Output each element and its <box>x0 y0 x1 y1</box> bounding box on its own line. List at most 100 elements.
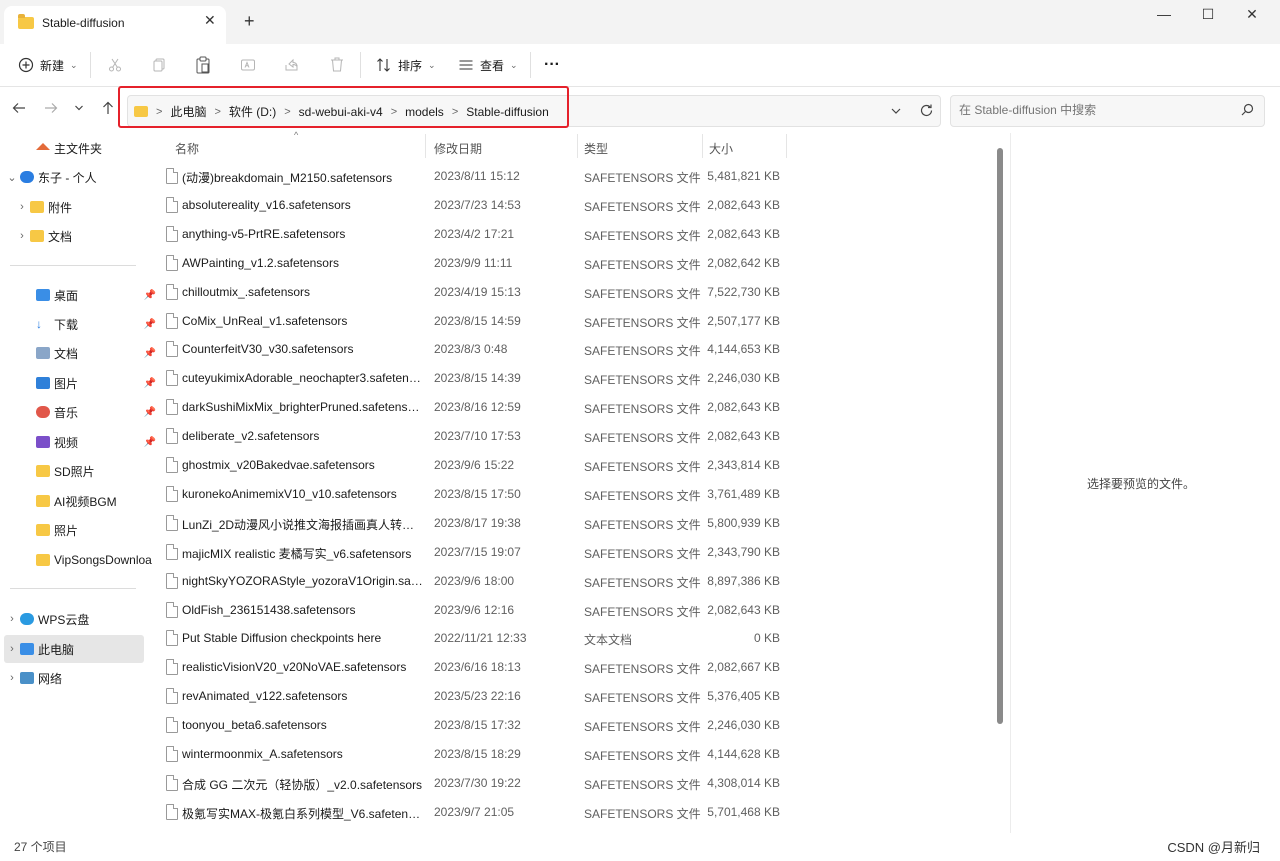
sidebar-item-home[interactable]: 主文件夹 <box>4 134 144 162</box>
file-row[interactable]: cuteyukimixAdorable_neochapter3.safetens… <box>146 364 796 393</box>
sidebar-item-pictures[interactable]: 图片 📌 <box>4 369 160 397</box>
sidebar-item-sd-photos[interactable]: SD照片 <box>4 457 160 485</box>
new-tab-button[interactable]: + <box>244 11 255 32</box>
sidebar-item-network[interactable]: › 网络 <box>4 664 144 692</box>
file-size: 2,343,790 KB <box>707 544 780 559</box>
file-row[interactable]: wintermoonmix_A.safetensors 2023/8/15 18:… <box>146 740 796 769</box>
sidebar-item-photos[interactable]: 照片 <box>4 516 160 544</box>
sidebar-item-downloads[interactable]: ↓ 下载 📌 <box>4 310 160 338</box>
search-input[interactable] <box>957 102 1231 118</box>
tab-stable-diffusion[interactable]: Stable-diffusion ✕ <box>4 6 226 44</box>
file-row[interactable]: 极氪写实MAX-极氪白系列模型_V6.safetensors 2023/9/7 2… <box>146 798 796 827</box>
column-header-size[interactable]: 大小 <box>709 140 733 157</box>
download-icon: ↓ <box>36 317 42 331</box>
sidebar-item-this-pc[interactable]: › 此电脑 <box>4 635 144 663</box>
file-row[interactable]: kuronekoAnimemixV10_v10.safetensors 2023/… <box>146 480 796 509</box>
music-icon <box>36 406 50 418</box>
folder-icon <box>30 201 44 213</box>
file-name: kuronekoAnimemixV10_v10.safetensors <box>182 486 397 501</box>
sidebar-item-desktop[interactable]: 桌面 📌 <box>4 281 160 309</box>
file-row[interactable]: darkSushiMixMix_brighterPruned.safetenso… <box>146 393 796 422</box>
column-divider[interactable] <box>425 134 426 158</box>
file-date: 2023/7/10 17:53 <box>434 429 521 444</box>
file-row[interactable]: AWPainting_v1.2.safetensors 2023/9/9 11:1… <box>146 249 796 278</box>
file-row[interactable]: CoMix_UnReal_v1.safetensors 2023/8/15 14:… <box>146 307 796 336</box>
sidebar-item-videos[interactable]: 视频 📌 <box>4 428 160 456</box>
file-row[interactable]: absolutereality_v16.safetensors 2023/7/23… <box>146 191 796 220</box>
sidebar-item-ai-video-bgm[interactable]: AI视频BGM <box>4 487 160 515</box>
paste-icon[interactable] <box>195 56 211 74</box>
search-icon[interactable] <box>1241 103 1254 116</box>
chevron-down-icon[interactable]: ⌄ <box>4 171 20 184</box>
file-name: realisticVisionV20_v20NoVAE.safetensors <box>182 660 407 675</box>
file-row[interactable]: anything-v5-PrtRE.safetensors 2023/4/2 17… <box>146 220 796 249</box>
folder-icon <box>30 230 44 242</box>
maximize-button[interactable]: ☐ <box>1190 6 1226 26</box>
file-row[interactable]: OldFish_236151438.safetensors 2023/9/6 12… <box>146 596 796 625</box>
column-divider[interactable] <box>577 134 578 158</box>
tab-title: Stable-diffusion <box>42 16 125 30</box>
file-row[interactable]: (动漫)breakdomain_M2150.safetensors 2023/8/… <box>146 162 796 191</box>
file-row[interactable]: Put Stable Diffusion checkpoints here 202… <box>146 624 796 653</box>
toolbar-divider <box>90 52 91 78</box>
chevron-right-icon[interactable]: › <box>14 230 30 242</box>
sidebar-item-documents-cloud[interactable]: › 文档 <box>4 222 154 250</box>
column-divider[interactable] <box>702 134 703 158</box>
file-row[interactable]: toonyou_beta6.safetensors 2023/8/15 17:32… <box>146 711 796 740</box>
file-row[interactable]: chilloutmix_.safetensors 2023/4/19 15:13 S… <box>146 278 796 307</box>
vertical-scrollbar[interactable] <box>997 148 1003 724</box>
sidebar-item-documents[interactable]: 文档 📌 <box>4 339 160 367</box>
new-button[interactable]: 新建 ⌄ <box>18 54 78 76</box>
watermark: CSDN @月新归 <box>1167 840 1260 855</box>
file-date: 2023/8/15 14:59 <box>434 313 521 328</box>
chevron-right-icon[interactable]: › <box>4 643 20 655</box>
recent-locations-button[interactable] <box>74 101 84 119</box>
file-type: SAFETENSORS 文件 <box>584 199 701 214</box>
column-divider[interactable] <box>786 134 787 158</box>
close-window-button[interactable]: ✕ <box>1234 6 1270 26</box>
file-name: (动漫)breakdomain_M2150.safetensors <box>182 171 393 185</box>
rename-icon[interactable] <box>240 57 256 73</box>
sort-button[interactable]: 排序 ⌄ <box>376 54 436 76</box>
forward-button[interactable] <box>44 101 58 119</box>
file-row[interactable]: majicMIX realistic 麦橘写实_v6.safetensors 20… <box>146 538 796 567</box>
up-button[interactable] <box>101 101 115 119</box>
plus-circle-icon <box>18 57 34 73</box>
sidebar-item-attachments[interactable]: › 附件 <box>4 193 154 221</box>
file-row[interactable]: CounterfeitV30_v30.safetensors 2023/8/3 0… <box>146 335 796 364</box>
refresh-icon[interactable] <box>919 103 934 118</box>
sidebar-item-label: 桌面 <box>54 288 79 303</box>
chevron-right-icon[interactable]: › <box>4 613 20 625</box>
chevron-right-icon[interactable]: › <box>14 201 30 213</box>
column-header-type[interactable]: 类型 <box>584 140 608 157</box>
file-type: SAFETENSORS 文件 <box>584 373 701 388</box>
file-row[interactable]: LunZi_2D动漫风小说推文海报插画真人转动漫.safetensors 2023… <box>146 509 796 538</box>
cut-icon[interactable] <box>107 57 123 73</box>
file-size: 2,082,643 KB <box>707 602 780 617</box>
minimize-button[interactable]: — <box>1146 6 1182 26</box>
file-row[interactable]: ghostmix_v20Bakedvae.safetensors 2023/9/6… <box>146 451 796 480</box>
copy-icon[interactable] <box>151 57 167 73</box>
sidebar-item-vipsongs[interactable]: VipSongsDownloa <box>4 546 160 574</box>
close-tab-button[interactable]: ✕ <box>204 12 216 29</box>
more-options-button[interactable]: ··· <box>544 54 560 76</box>
sidebar-item-music[interactable]: 音乐 📌 <box>4 398 160 426</box>
chevron-right-icon[interactable]: › <box>4 672 20 684</box>
sidebar-item-wps-cloud[interactable]: › WPS云盘 <box>4 605 144 633</box>
column-header-name[interactable]: 名称 <box>175 140 199 157</box>
share-icon[interactable] <box>284 57 300 73</box>
file-row[interactable]: nightSkyYOZORAStyle_yozoraV1Origin.safet… <box>146 567 796 596</box>
file-date: 2023/6/16 18:13 <box>434 660 521 675</box>
file-row[interactable]: revAnimated_v122.safetensors 2023/5/23 22… <box>146 682 796 711</box>
chevron-down-icon[interactable] <box>890 105 902 117</box>
sort-ascending-icon: ^ <box>294 130 299 140</box>
back-button[interactable] <box>12 101 26 119</box>
search-box[interactable] <box>950 95 1265 127</box>
file-row[interactable]: deliberate_v2.safetensors 2023/7/10 17:53… <box>146 422 796 451</box>
file-row[interactable]: realisticVisionV20_v20NoVAE.safetensors 2… <box>146 653 796 682</box>
delete-icon[interactable] <box>329 56 345 73</box>
column-header-date[interactable]: 修改日期 <box>434 140 482 157</box>
file-row[interactable]: 合成 GG 二次元（轻协版）_v2.0.safetensors 2023/7/30… <box>146 769 796 798</box>
view-button[interactable]: 查看 ⌄ <box>458 54 518 76</box>
sidebar-item-onedrive[interactable]: ⌄ 东子 - 个人 <box>4 163 144 191</box>
